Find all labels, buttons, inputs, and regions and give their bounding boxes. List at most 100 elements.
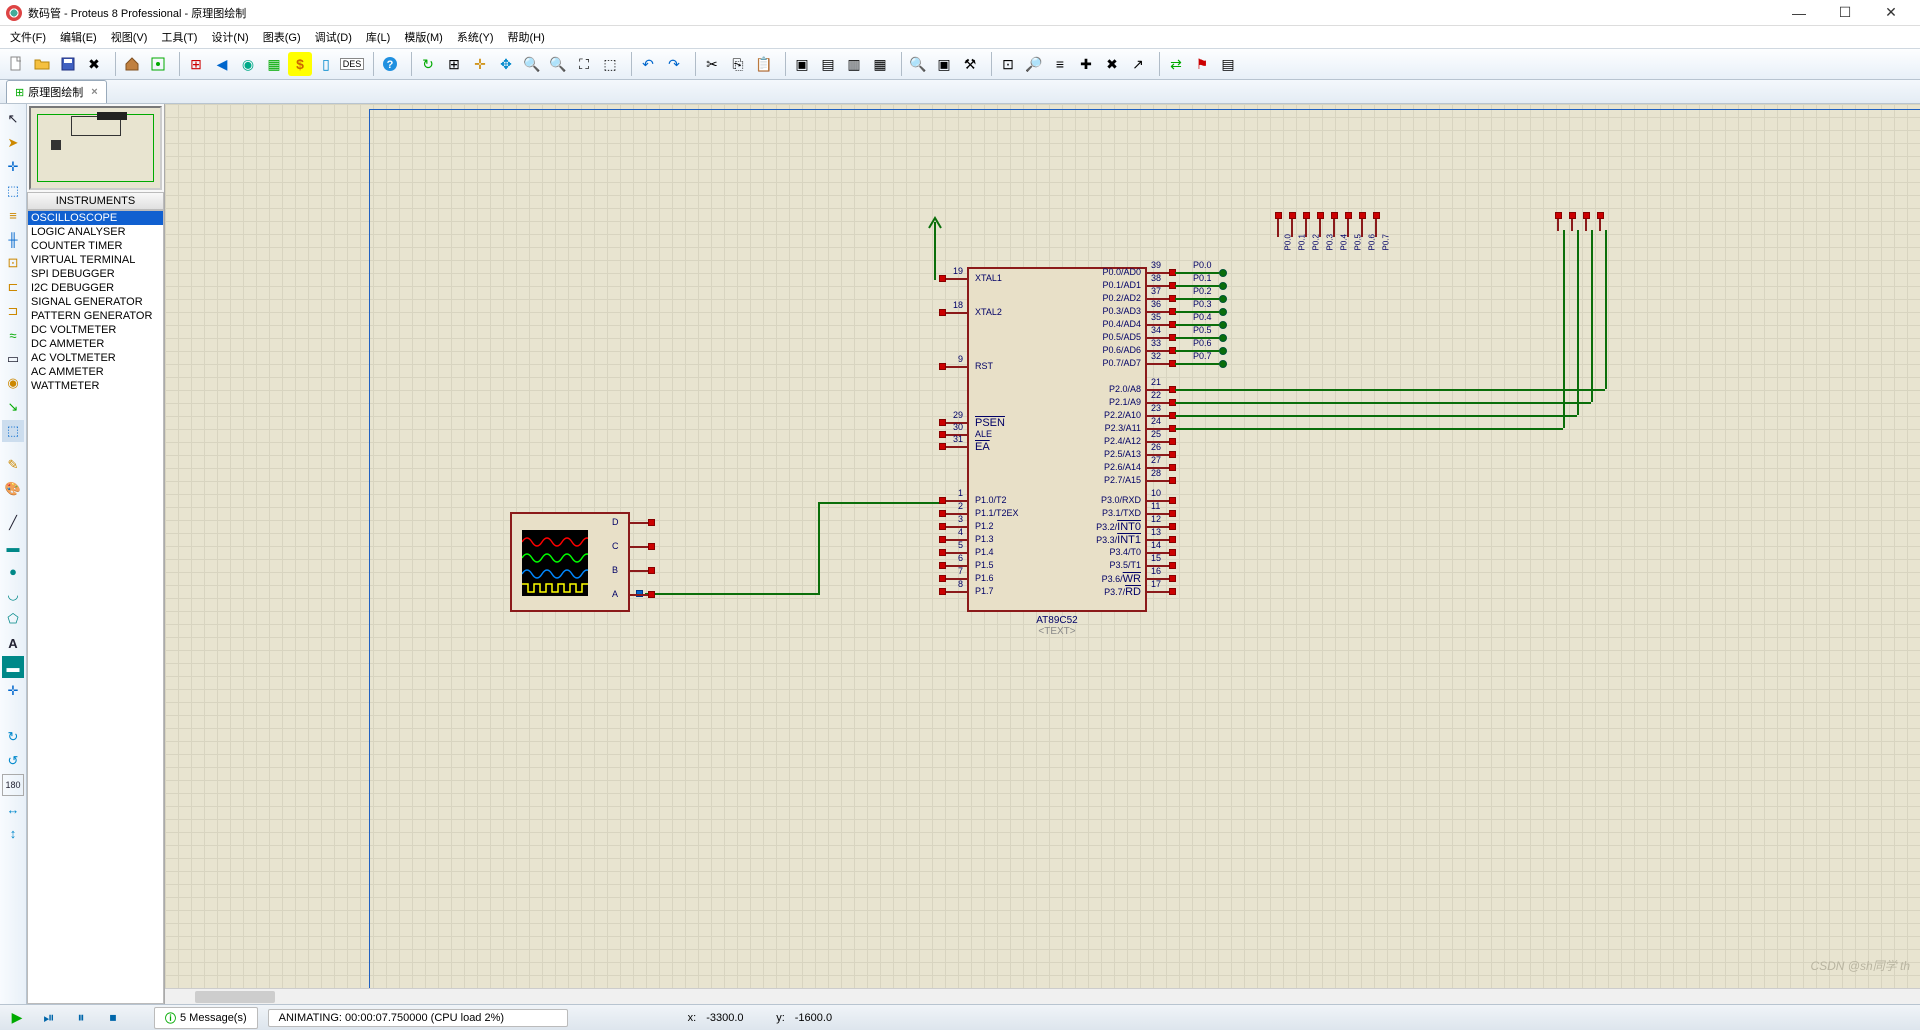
list-item[interactable]: SPI DEBUGGER [28,267,163,281]
list-item[interactable]: VIRTUAL TERMINAL [28,253,163,267]
bus-terminal[interactable] [1317,212,1324,219]
pcb-button[interactable]: ⊞ [184,52,208,76]
symbol-tool[interactable]: ▬ [2,656,24,678]
zoom-all-button[interactable]: ⛶ [572,52,596,76]
minimap[interactable] [29,106,162,190]
bus-terminal[interactable] [1331,212,1338,219]
pin-terminal[interactable] [939,363,946,370]
wire-autoroute-button[interactable]: ⊡ [996,52,1020,76]
paste-button[interactable]: 📋 [752,52,776,76]
redo-button[interactable]: ↷ [662,52,686,76]
scope-pin[interactable] [648,519,655,526]
menu-m[interactable]: 模版(M) [398,27,449,47]
selection-tool[interactable]: ↖ [2,108,24,130]
char-tool[interactable]: A [2,632,24,654]
origin-button[interactable]: ✛ [468,52,492,76]
bus-terminal[interactable] [1275,212,1282,219]
bom-gen-button[interactable]: ▤ [1216,52,1240,76]
new-button[interactable] [4,52,28,76]
scope-pin[interactable] [648,567,655,574]
pin-terminal[interactable] [939,309,946,316]
search-button[interactable]: 🔎 [1022,52,1046,76]
pin-terminal[interactable] [1169,588,1176,595]
list-item[interactable]: DC AMMETER [28,337,163,351]
homepage-button[interactable] [120,52,144,76]
explorer-button[interactable]: $ [288,52,312,76]
menu-f[interactable]: 文件(F) [4,27,52,47]
play-button[interactable]: ▶ [6,1008,28,1028]
schematic-canvas[interactable]: AT89C52 <TEXT> 19XTAL118XTAL29RST29PSEN3… [165,104,1920,1004]
instrument-tool[interactable]: ⬚ [2,420,24,442]
junction-tool[interactable]: ✛ [2,156,24,178]
menu-v[interactable]: 视图(V) [105,27,154,47]
bus-terminal[interactable] [1569,212,1576,219]
list-item[interactable]: COUNTER TIMER [28,239,163,253]
pin-tool[interactable]: ⊐ [2,300,24,322]
exit-button[interactable]: ↗ [1126,52,1150,76]
list-item[interactable]: LOGIC ANALYSER [28,225,163,239]
tab-close-icon[interactable]: × [91,86,97,98]
instrument-list[interactable]: OSCILLOSCOPELOGIC ANALYSERCOUNTER TIMERV… [27,210,164,1004]
subcircuit-tool[interactable]: ⊡ [2,252,24,274]
tape-tool[interactable]: ▭ [2,348,24,370]
text-tool[interactable]: ≡ [2,204,24,226]
netlist-button[interactable]: ⇄ [1164,52,1188,76]
pause-button[interactable]: ⏸ [70,1008,92,1028]
bus-terminal[interactable] [1289,212,1296,219]
schematic-button[interactable] [146,52,170,76]
pin-terminal[interactable] [939,588,946,595]
bus-terminal[interactable] [1373,212,1380,219]
open-button[interactable] [30,52,54,76]
menu-h[interactable]: 帮助(H) [502,27,551,47]
menu-t[interactable]: 工具(T) [155,27,203,47]
pin-terminal[interactable] [1169,477,1176,484]
list-item[interactable]: OSCILLOSCOPE [28,211,163,225]
bus-terminal[interactable] [1555,212,1562,219]
rect-tool[interactable]: ▬ [2,536,24,558]
pin-terminal[interactable] [939,443,946,450]
terminal-dot[interactable] [1219,321,1227,329]
list-item[interactable]: WATTMETER [28,379,163,393]
terminal-dot[interactable] [1219,360,1227,368]
pin-terminal[interactable] [939,275,946,282]
list-item[interactable]: AC AMMETER [28,365,163,379]
cut-button[interactable]: ✂ [700,52,724,76]
generator-tool[interactable]: ◉ [2,372,24,394]
step-button[interactable]: ⏯ [38,1008,60,1028]
arc-tool[interactable]: ◡ [2,584,24,606]
maximize-button[interactable]: ☐ [1822,0,1868,26]
bus-tool[interactable]: ╫ [2,228,24,250]
close-button[interactable]: ✕ [1868,0,1914,26]
marker-tool[interactable]: ✛ [2,680,24,702]
undo-button[interactable]: ↶ [636,52,660,76]
remove-sheet-button[interactable]: ✖ [1100,52,1124,76]
pan-button[interactable]: ✥ [494,52,518,76]
3d-button[interactable]: ◀ [210,52,234,76]
path-tool[interactable]: ⬠ [2,608,24,630]
h-scrollbar[interactable] [165,988,1920,1004]
bom-button[interactable]: ▦ [262,52,286,76]
help-button[interactable]: ? [378,52,402,76]
component-tool[interactable]: ➤ [2,132,24,154]
block-rotate-button[interactable]: ▥ [842,52,866,76]
terminal-dot[interactable] [1219,282,1227,290]
grid-button[interactable]: ⊞ [442,52,466,76]
terminal-dot[interactable] [1219,295,1227,303]
close-project-button[interactable]: ✖ [82,52,106,76]
circle-tool[interactable]: ● [2,560,24,582]
copy-button[interactable]: ⎘ [726,52,750,76]
palette-tool[interactable]: 🎨 [2,478,24,500]
zoom-in-button[interactable]: 🔍 [520,52,544,76]
bus-terminal[interactable] [1345,212,1352,219]
list-item[interactable]: PATTERN GENERATOR [28,309,163,323]
bus-terminal[interactable] [1597,212,1604,219]
zoom-area-button[interactable]: ⬚ [598,52,622,76]
terminal-dot[interactable] [1219,347,1227,355]
terminal-dot[interactable] [1219,308,1227,316]
message-box[interactable]: ⓘ 5 Message(s) [154,1007,258,1029]
menu-l[interactable]: 库(L) [360,27,396,47]
pencil-tool[interactable]: ✎ [2,454,24,476]
stop-button[interactable]: ⏹ [102,1008,124,1028]
list-item[interactable]: SIGNAL GENERATOR [28,295,163,309]
label-tool[interactable]: ⬚ [2,180,24,202]
